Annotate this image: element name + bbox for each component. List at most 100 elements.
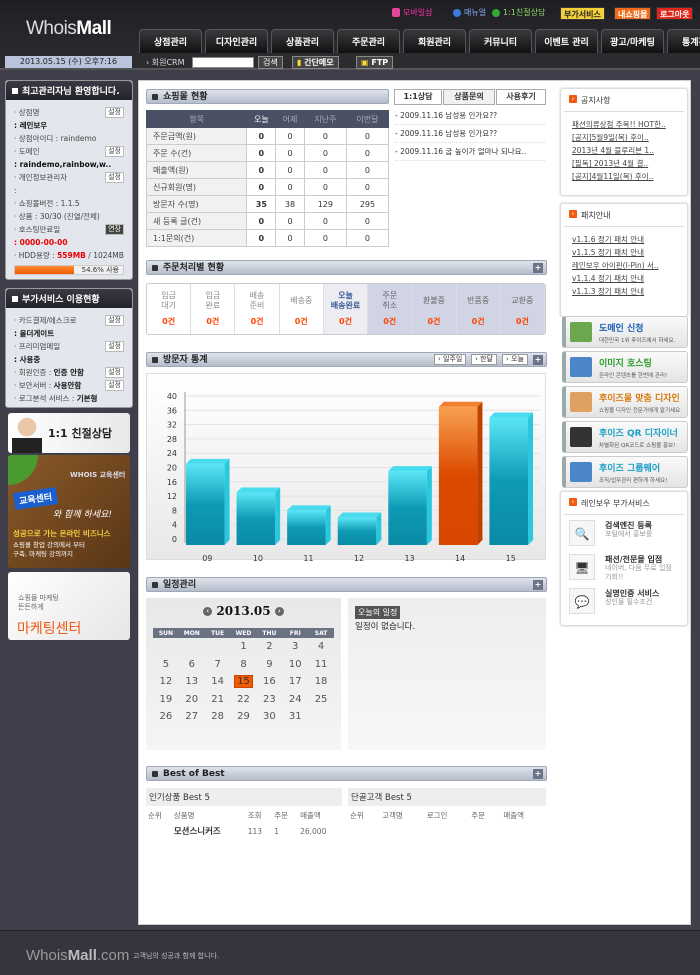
- promo-banner[interactable]: 이미지 호스팅 온라인 콘텐츠를 한번에 관리!: [562, 351, 688, 383]
- promo-banner[interactable]: 후이즈몰 맞춤 디자인 쇼핑몰 디자인 전문가에게 맡기세요: [562, 386, 688, 418]
- consult-link[interactable]: 1:1친절상담: [492, 7, 545, 18]
- hosting-extend-button[interactable]: 연장: [105, 224, 124, 235]
- patch-link[interactable]: v1.1.4 정기 패치 안내: [561, 272, 687, 285]
- service-item[interactable]: 🖥 패션/전문몰 입점 네이버, 다음 무료 입점 기회!!: [569, 554, 679, 584]
- calendar-day[interactable]: 20: [179, 691, 205, 709]
- calendar-day[interactable]: 31: [282, 708, 308, 726]
- promo-banner[interactable]: 도메인 신청 대한민국 1위 후이즈에서 하세요.: [562, 316, 688, 348]
- qa-tab[interactable]: 1:1상담: [394, 89, 442, 105]
- expand-icon[interactable]: +: [533, 263, 543, 273]
- patch-link[interactable]: 레인보우 아이핀(I-Pin) 서..: [561, 259, 687, 272]
- calendar-day[interactable]: 7: [205, 656, 231, 674]
- qa-tab[interactable]: 사용후기: [496, 89, 546, 105]
- promo-banner[interactable]: 후이즈 QR 디자이너 차별화된 QR코드로 쇼핑몰 홍보!: [562, 421, 688, 453]
- memo-button[interactable]: ▮ 간단메모: [292, 56, 339, 69]
- calendar-day[interactable]: 19: [153, 691, 179, 709]
- order-step[interactable]: 교환중 0건: [500, 284, 545, 334]
- order-step[interactable]: 입금 대기 0건: [147, 284, 192, 334]
- calendar-day[interactable]: 3: [282, 638, 308, 656]
- domain-set-button[interactable]: 설정: [105, 146, 124, 157]
- logout-button[interactable]: 로그아웃: [656, 7, 694, 20]
- calendar-day[interactable]: 15: [231, 673, 257, 691]
- shop-name-set-button[interactable]: 설정: [105, 107, 124, 118]
- calendar-day[interactable]: 9: [256, 656, 282, 674]
- set-button[interactable]: 설정: [105, 380, 124, 391]
- manual-link[interactable]: 매뉴얼: [453, 7, 486, 18]
- prev-month-icon[interactable]: ‹: [203, 607, 213, 616]
- expand-icon[interactable]: +: [533, 769, 543, 779]
- calendar-day[interactable]: 18: [308, 673, 334, 691]
- menu-tab[interactable]: 주문관리: [337, 29, 400, 53]
- set-button[interactable]: 설정: [105, 341, 124, 352]
- service-item[interactable]: 💬 실명인증 서비스 성인몰 필수조건: [569, 588, 679, 618]
- calendar-day[interactable]: 30: [256, 708, 282, 726]
- ftp-button[interactable]: ▣ FTP: [356, 56, 394, 69]
- expand-icon[interactable]: +: [533, 580, 543, 590]
- qa-tab[interactable]: 상품문의: [443, 89, 495, 105]
- privacy-set-button[interactable]: 설정: [105, 172, 124, 183]
- calendar-day[interactable]: 21: [205, 691, 231, 709]
- menu-tab[interactable]: 커뮤니티: [469, 29, 532, 53]
- education-center-banner[interactable]: WHOIS 교육센터 교육센터 와 함께 하세요! 성공으로 가는 온라인 비즈…: [8, 455, 130, 568]
- menu-tab[interactable]: 이벤트 관리: [535, 29, 598, 53]
- calendar-day[interactable]: 8: [231, 656, 257, 674]
- expand-icon[interactable]: +: [533, 355, 543, 365]
- addon-service-button[interactable]: 부가서비스: [560, 7, 605, 20]
- set-button[interactable]: 설정: [105, 315, 124, 326]
- my-shop-button[interactable]: 내쇼핑몰: [614, 7, 652, 20]
- menu-tab[interactable]: 통계관리: [667, 29, 700, 53]
- crm-search-button[interactable]: 검색: [258, 56, 283, 69]
- qa-item[interactable]: - 2009.11.16 굽 높이가 얼마나 되나요..: [395, 146, 545, 161]
- notice-link[interactable]: [공지]5월9일(목) 후이..: [561, 131, 687, 144]
- calendar-day[interactable]: 26: [153, 708, 179, 726]
- calendar-day[interactable]: 1: [231, 638, 257, 656]
- menu-tab[interactable]: 광고/마케팅: [601, 29, 664, 53]
- order-step[interactable]: 반품중 0건: [456, 284, 501, 334]
- calendar-day[interactable]: 27: [179, 708, 205, 726]
- calendar-day[interactable]: 16: [256, 673, 282, 691]
- calendar-day[interactable]: 11: [308, 656, 334, 674]
- calendar-day[interactable]: 14: [205, 673, 231, 691]
- logo[interactable]: WhoisMall: [26, 18, 112, 40]
- table-row[interactable]: 모션스니커즈 113 1 26,000: [146, 823, 342, 839]
- patch-link[interactable]: v1.1.5 정기 패치 안내: [561, 246, 687, 259]
- qa-item[interactable]: - 2009.11.16 남성용 인가요??: [395, 128, 545, 143]
- crm-search-input[interactable]: [192, 57, 254, 68]
- week-button[interactable]: › 일주일: [434, 354, 467, 365]
- calendar-day[interactable]: 22: [231, 691, 257, 709]
- calendar-day[interactable]: 6: [179, 656, 205, 674]
- calendar-day[interactable]: 13: [179, 673, 205, 691]
- mobile-shop-link[interactable]: 모바일샵: [392, 7, 432, 18]
- calendar-day[interactable]: 17: [282, 673, 308, 691]
- calendar-day[interactable]: 10: [282, 656, 308, 674]
- order-step[interactable]: 주문 취소 0건: [368, 284, 413, 334]
- notice-link[interactable]: [필독] 2013년 4월 결..: [561, 157, 687, 170]
- order-step[interactable]: 오늘 배송완료 0건: [323, 284, 369, 334]
- order-step[interactable]: 배송 준비 0건: [235, 284, 280, 334]
- notice-link[interactable]: [공지]4월11일(목) 후이..: [561, 170, 687, 183]
- calendar-day[interactable]: 25: [308, 691, 334, 709]
- patch-link[interactable]: v1.1.3 정기 패치 안내: [561, 285, 687, 298]
- menu-tab[interactable]: 디자인관리: [205, 29, 268, 53]
- notice-link[interactable]: 패션의류상점 주목!! HOT한..: [561, 118, 687, 131]
- order-step[interactable]: 환불중 0건: [412, 284, 457, 334]
- order-step[interactable]: 배송중 0건: [279, 284, 324, 334]
- patch-link[interactable]: v1.1.6 정기 패치 안내: [561, 233, 687, 246]
- consult-banner[interactable]: 1:1 친절상담: [8, 413, 130, 453]
- next-month-icon[interactable]: ›: [274, 607, 284, 616]
- calendar-day[interactable]: 24: [282, 691, 308, 709]
- calendar-day[interactable]: 4: [308, 638, 334, 656]
- promo-banner[interactable]: 후이즈 그룹웨어 조직/업무관리 편하게 하세요!: [562, 456, 688, 488]
- set-button[interactable]: 설정: [105, 367, 124, 378]
- notice-link[interactable]: 2013년 4월 블루리본 1..: [561, 144, 687, 157]
- service-item[interactable]: 🔍 검색엔진 등록 포털에서 홍보를: [569, 520, 679, 550]
- today-button[interactable]: › 오늘: [502, 354, 528, 365]
- month-button[interactable]: › 한달: [471, 354, 497, 365]
- calendar-day[interactable]: 12: [153, 673, 179, 691]
- calendar-day[interactable]: 23: [256, 691, 282, 709]
- menu-tab[interactable]: 회원관리: [403, 29, 466, 53]
- calendar-day[interactable]: 2: [256, 638, 282, 656]
- menu-tab[interactable]: 상점관리: [139, 29, 202, 53]
- menu-tab[interactable]: 상품관리: [271, 29, 334, 53]
- order-step[interactable]: 입금 완료 0건: [191, 284, 236, 334]
